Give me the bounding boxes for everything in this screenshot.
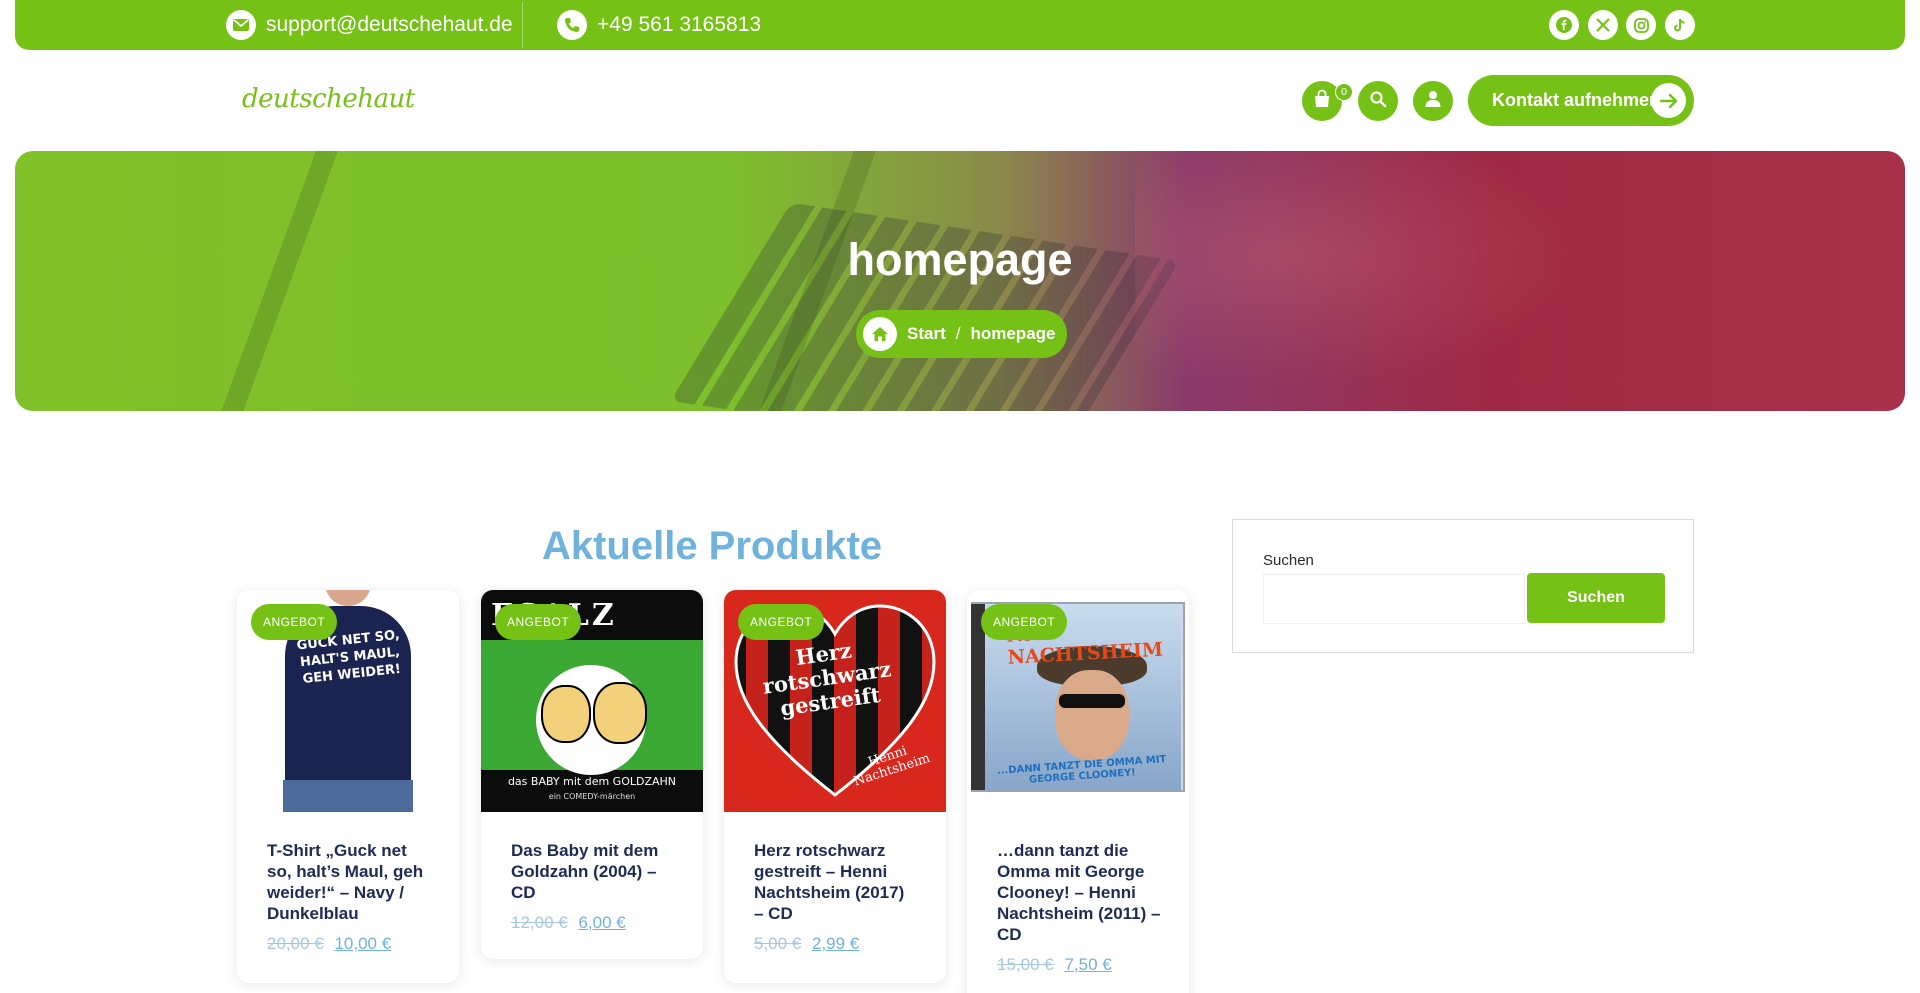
cover-face	[1055, 670, 1129, 760]
contact-button[interactable]: Kontakt aufnehmen	[1468, 75, 1694, 126]
envelope-icon	[226, 10, 256, 40]
section-title: Aktuelle Produkte	[541, 524, 883, 568]
hero-banner: homepage Start / homepage	[15, 151, 1905, 411]
home-icon[interactable]	[863, 317, 897, 351]
old-price: 12,00 €	[511, 913, 568, 932]
cart-count-badge: 0	[1335, 83, 1353, 101]
product-card[interactable]: Herz rotschwarz gestreift Henni Nachtshe…	[724, 590, 946, 983]
sale-badge: ANGEBOT	[251, 604, 338, 640]
old-price: 5,00 €	[754, 934, 802, 953]
product-image[interactable]: ESALZ das BABY mit dem GOLDZAHN ein COME…	[481, 590, 703, 812]
search-icon	[1369, 90, 1387, 112]
search-label: Suchen	[1263, 552, 1314, 569]
breadcrumb-current: homepage	[970, 324, 1056, 343]
breadcrumb-home-link[interactable]: Start	[907, 324, 946, 344]
sale-badge: ANGEBOT	[738, 604, 825, 640]
breadcrumb: Start / homepage	[856, 310, 1067, 358]
old-price: 20,00 €	[267, 934, 324, 953]
product-price: 15,00 € 7,50 €	[967, 945, 1189, 993]
phone-contact[interactable]: +49 561 3165813	[557, 10, 761, 40]
instagram-icon[interactable]	[1626, 10, 1656, 40]
breadcrumb-separator: /	[955, 324, 961, 343]
site-logo[interactable]: deutschehaut	[242, 84, 415, 114]
account-button[interactable]	[1413, 81, 1453, 121]
email-text[interactable]: support@deutschehaut.de	[266, 13, 513, 37]
facebook-icon[interactable]	[1549, 10, 1579, 40]
cover-sunglasses	[1059, 694, 1125, 708]
model-jeans	[283, 780, 413, 812]
product-image[interactable]: Herz rotschwarz gestreift Henni Nachtshe…	[724, 590, 946, 812]
sale-price: 7,50 €	[1064, 955, 1112, 974]
arrow-right-icon	[1651, 83, 1686, 118]
search-button[interactable]	[1358, 81, 1398, 121]
product-name[interactable]: Herz rotschwarz gestreift – Henni Nachts…	[724, 812, 946, 924]
model-head	[325, 590, 371, 606]
product-name[interactable]: Das Baby mit dem Goldzahn (2004) – CD	[481, 812, 703, 903]
shopping-bag-icon	[1312, 89, 1332, 113]
tiktok-icon[interactable]	[1665, 10, 1695, 40]
old-price: 15,00 €	[997, 955, 1054, 974]
product-card[interactable]: ESALZ das BABY mit dem GOLDZAHN ein COME…	[481, 590, 703, 959]
topbar-divider	[522, 2, 523, 48]
product-image[interactable]: NNI NACHTSHEIM ...DANN TANZT DIE OMMA MI…	[967, 590, 1189, 812]
cover-face-right	[593, 682, 647, 744]
product-card[interactable]: NNI NACHTSHEIM ...DANN TANZT DIE OMMA MI…	[967, 590, 1189, 993]
product-price: 20,00 € 10,00 €	[237, 924, 459, 982]
search-widget: Suchen Suchen	[1232, 519, 1694, 653]
search-input[interactable]	[1263, 574, 1525, 624]
sale-price: 10,00 €	[334, 934, 392, 953]
sale-price: 6,00 €	[578, 913, 626, 932]
contact-button-label: Kontakt aufnehmen	[1492, 90, 1661, 110]
product-name[interactable]: T-Shirt „Guck net so, halt’s Maul, geh w…	[237, 812, 459, 924]
cover-sub-text: ein COMEDY-märchen	[548, 792, 636, 801]
sale-badge: ANGEBOT	[981, 604, 1068, 640]
top-bar: support@deutschehaut.de +49 561 3165813	[15, 0, 1905, 50]
product-price: 12,00 € 6,00 €	[481, 903, 703, 959]
sale-badge: ANGEBOT	[495, 604, 582, 640]
product-name[interactable]: …dann tanzt die Omma mit George Clooney!…	[967, 812, 1189, 945]
cd-case-spine	[971, 604, 985, 790]
email-contact[interactable]: support@deutschehaut.de	[226, 10, 513, 40]
page-title: homepage	[847, 234, 1073, 285]
product-card[interactable]: GUCK NET SO, HALT'S MAUL, GEH WEIDER! AN…	[237, 590, 459, 983]
user-icon	[1425, 90, 1441, 112]
product-image[interactable]: GUCK NET SO, HALT'S MAUL, GEH WEIDER! AN…	[237, 590, 459, 812]
search-submit-button[interactable]: Suchen	[1527, 573, 1665, 623]
phone-text[interactable]: +49 561 3165813	[597, 13, 761, 37]
x-icon[interactable]	[1588, 10, 1618, 40]
product-price: 5,00 € 2,99 €	[724, 924, 946, 982]
sale-price: 2,99 €	[812, 934, 860, 953]
cover-face-left	[541, 685, 591, 743]
cover-bottom-text: das BABY mit dem GOLDZAHN	[507, 775, 677, 788]
phone-icon	[557, 10, 587, 40]
